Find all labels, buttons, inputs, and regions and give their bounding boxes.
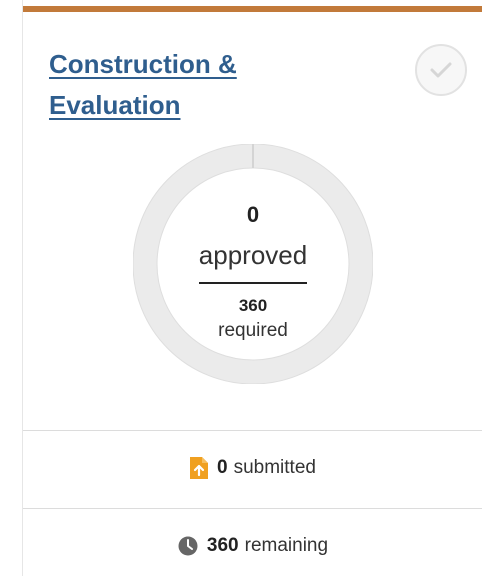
remaining-label: remaining [244,535,329,556]
center-divider [199,282,307,284]
divider [23,430,482,431]
progress-center: 0 approved 360 required [133,144,373,384]
card-title-link[interactable]: Construction & Evaluation [49,44,237,126]
divider [23,508,482,509]
approved-count: 0 [246,202,260,227]
clock-icon [178,536,198,556]
submitted-label: submitted [233,457,316,478]
check-circle-icon [415,44,467,96]
submitted-count: 0 [217,457,228,478]
requirement-card: Construction & Evaluation 0 approved 360… [22,0,482,576]
remaining-stat: 360 remaining [23,526,482,566]
document-upload-icon [190,457,209,479]
required-count: 360 [238,296,268,315]
approved-label: approved [198,240,308,270]
card-accent-bar [23,6,482,12]
progress-donut: 0 approved 360 required [133,144,373,384]
required-label: required [218,320,288,341]
card-header: Construction & Evaluation [49,44,409,126]
remaining-count: 360 [206,535,239,556]
submitted-stat: 0 submitted [23,448,482,488]
